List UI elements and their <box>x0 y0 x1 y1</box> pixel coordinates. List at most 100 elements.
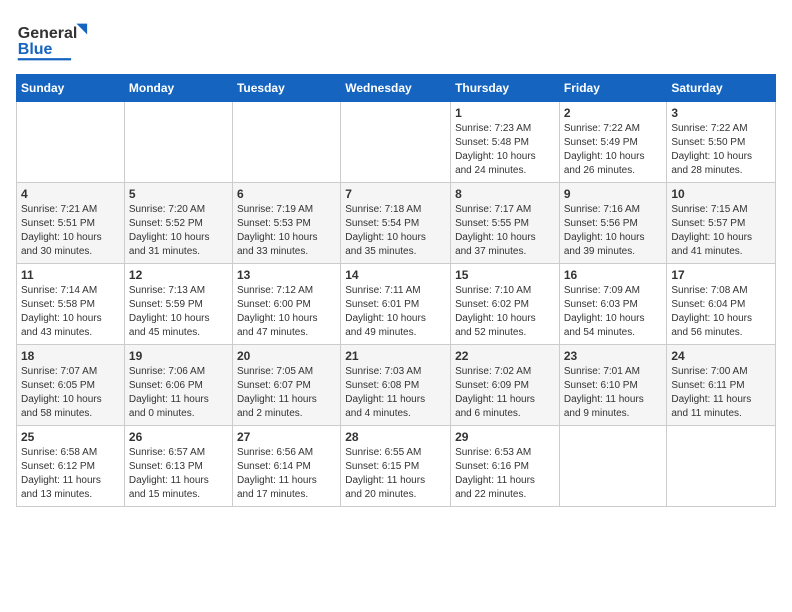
day-number: 6 <box>237 187 336 201</box>
day-info: Sunrise: 7:20 AM Sunset: 5:52 PM Dayligh… <box>129 203 228 259</box>
day-info: Sunrise: 7:17 AM Sunset: 5:55 PM Dayligh… <box>455 203 555 259</box>
day-number: 3 <box>671 106 771 120</box>
day-info: Sunrise: 7:00 AM Sunset: 6:11 PM Dayligh… <box>671 365 771 421</box>
column-header-monday: Monday <box>124 75 232 102</box>
calendar-cell: 6 Sunrise: 7:19 AM Sunset: 5:53 PM Daylig… <box>232 183 340 264</box>
day-info: Sunrise: 7:10 AM Sunset: 6:02 PM Dayligh… <box>455 284 555 340</box>
day-info: Sunrise: 7:08 AM Sunset: 6:04 PM Dayligh… <box>671 284 771 340</box>
calendar-cell: 23 Sunrise: 7:01 AM Sunset: 6:10 PM Dayli… <box>559 345 667 426</box>
day-number: 1 <box>455 106 555 120</box>
day-number: 21 <box>345 349 446 363</box>
calendar-week-5: 25Sunrise: 6:58 AM Sunset: 6:12 PM Dayli… <box>17 426 776 507</box>
day-number: 7 <box>345 187 446 201</box>
day-info: Sunrise: 6:53 AM Sunset: 6:16 PM Dayligh… <box>455 446 555 502</box>
day-info: Sunrise: 7:11 AM Sunset: 6:01 PM Dayligh… <box>345 284 446 340</box>
column-header-thursday: Thursday <box>451 75 560 102</box>
calendar-cell <box>559 426 667 507</box>
day-info: Sunrise: 7:23 AM Sunset: 5:48 PM Dayligh… <box>455 122 555 178</box>
calendar-cell: 17 Sunrise: 7:08 AM Sunset: 6:04 PM Dayli… <box>667 264 776 345</box>
calendar-cell: 5 Sunrise: 7:20 AM Sunset: 5:52 PM Daylig… <box>124 183 232 264</box>
calendar-week-1: 1 Sunrise: 7:23 AM Sunset: 5:48 PM Daylig… <box>17 102 776 183</box>
day-number: 17 <box>671 268 771 282</box>
calendar-cell: 2Sunrise: 7:22 AM Sunset: 5:49 PM Daylig… <box>559 102 667 183</box>
calendar-cell: 24 Sunrise: 7:00 AM Sunset: 6:11 PM Dayli… <box>667 345 776 426</box>
calendar-cell: 25Sunrise: 6:58 AM Sunset: 6:12 PM Dayli… <box>17 426 125 507</box>
day-info: Sunrise: 7:21 AM Sunset: 5:51 PM Dayligh… <box>21 203 120 259</box>
day-number: 10 <box>671 187 771 201</box>
day-number: 28 <box>345 430 446 444</box>
page-header: General Blue <box>16 16 776 66</box>
calendar-cell <box>232 102 340 183</box>
day-number: 26 <box>129 430 228 444</box>
day-info: Sunrise: 7:14 AM Sunset: 5:58 PM Dayligh… <box>21 284 120 340</box>
calendar-week-2: 4 Sunrise: 7:21 AM Sunset: 5:51 PM Daylig… <box>17 183 776 264</box>
day-info: Sunrise: 7:07 AM Sunset: 6:05 PM Dayligh… <box>21 365 120 421</box>
day-info: Sunrise: 7:12 AM Sunset: 6:00 PM Dayligh… <box>237 284 336 340</box>
day-number: 11 <box>21 268 120 282</box>
day-number: 22 <box>455 349 555 363</box>
day-info: Sunrise: 7:01 AM Sunset: 6:10 PM Dayligh… <box>564 365 663 421</box>
column-header-sunday: Sunday <box>17 75 125 102</box>
calendar-cell: 27 Sunrise: 6:56 AM Sunset: 6:14 PM Dayli… <box>232 426 340 507</box>
day-info: Sunrise: 6:57 AM Sunset: 6:13 PM Dayligh… <box>129 446 228 502</box>
day-number: 18 <box>21 349 120 363</box>
day-info: Sunrise: 7:22 AM Sunset: 5:49 PM Dayligh… <box>564 122 663 178</box>
column-header-wednesday: Wednesday <box>341 75 451 102</box>
calendar-header-row: SundayMondayTuesdayWednesdayThursdayFrid… <box>17 75 776 102</box>
logo-svg: General Blue <box>16 16 96 66</box>
day-number: 5 <box>129 187 228 201</box>
calendar-cell <box>17 102 125 183</box>
day-number: 15 <box>455 268 555 282</box>
day-number: 20 <box>237 349 336 363</box>
calendar-cell: 4 Sunrise: 7:21 AM Sunset: 5:51 PM Daylig… <box>17 183 125 264</box>
calendar-cell: 18 Sunrise: 7:07 AM Sunset: 6:05 PM Dayli… <box>17 345 125 426</box>
calendar-cell: 28 Sunrise: 6:55 AM Sunset: 6:15 PM Dayli… <box>341 426 451 507</box>
logo: General Blue <box>16 16 96 66</box>
calendar-cell: 15 Sunrise: 7:10 AM Sunset: 6:02 PM Dayli… <box>451 264 560 345</box>
day-number: 12 <box>129 268 228 282</box>
day-number: 27 <box>237 430 336 444</box>
day-info: Sunrise: 6:56 AM Sunset: 6:14 PM Dayligh… <box>237 446 336 502</box>
day-info: Sunrise: 7:06 AM Sunset: 6:06 PM Dayligh… <box>129 365 228 421</box>
calendar-cell: 22 Sunrise: 7:02 AM Sunset: 6:09 PM Dayli… <box>451 345 560 426</box>
calendar-week-4: 18 Sunrise: 7:07 AM Sunset: 6:05 PM Dayli… <box>17 345 776 426</box>
calendar-cell: 11 Sunrise: 7:14 AM Sunset: 5:58 PM Dayli… <box>17 264 125 345</box>
svg-text:General: General <box>18 25 78 42</box>
calendar-cell <box>667 426 776 507</box>
day-info: Sunrise: 7:15 AM Sunset: 5:57 PM Dayligh… <box>671 203 771 259</box>
day-info: Sunrise: 7:19 AM Sunset: 5:53 PM Dayligh… <box>237 203 336 259</box>
calendar-cell <box>124 102 232 183</box>
day-number: 23 <box>564 349 663 363</box>
calendar-cell: 3 Sunrise: 7:22 AM Sunset: 5:50 PM Daylig… <box>667 102 776 183</box>
calendar-cell: 26 Sunrise: 6:57 AM Sunset: 6:13 PM Dayli… <box>124 426 232 507</box>
day-number: 4 <box>21 187 120 201</box>
day-number: 24 <box>671 349 771 363</box>
day-number: 19 <box>129 349 228 363</box>
calendar-table: SundayMondayTuesdayWednesdayThursdayFrid… <box>16 74 776 507</box>
day-info: Sunrise: 7:18 AM Sunset: 5:54 PM Dayligh… <box>345 203 446 259</box>
calendar-cell: 9 Sunrise: 7:16 AM Sunset: 5:56 PM Daylig… <box>559 183 667 264</box>
day-number: 9 <box>564 187 663 201</box>
svg-text:Blue: Blue <box>18 41 53 58</box>
day-info: Sunrise: 7:05 AM Sunset: 6:07 PM Dayligh… <box>237 365 336 421</box>
day-info: Sunrise: 7:03 AM Sunset: 6:08 PM Dayligh… <box>345 365 446 421</box>
day-number: 29 <box>455 430 555 444</box>
day-info: Sunrise: 7:16 AM Sunset: 5:56 PM Dayligh… <box>564 203 663 259</box>
day-info: Sunrise: 7:02 AM Sunset: 6:09 PM Dayligh… <box>455 365 555 421</box>
calendar-cell: 7 Sunrise: 7:18 AM Sunset: 5:54 PM Daylig… <box>341 183 451 264</box>
day-info: Sunrise: 7:22 AM Sunset: 5:50 PM Dayligh… <box>671 122 771 178</box>
calendar-cell: 12 Sunrise: 7:13 AM Sunset: 5:59 PM Dayli… <box>124 264 232 345</box>
day-info: Sunrise: 6:55 AM Sunset: 6:15 PM Dayligh… <box>345 446 446 502</box>
day-info: Sunrise: 7:13 AM Sunset: 5:59 PM Dayligh… <box>129 284 228 340</box>
calendar-cell: 21 Sunrise: 7:03 AM Sunset: 6:08 PM Dayli… <box>341 345 451 426</box>
calendar-cell: 1 Sunrise: 7:23 AM Sunset: 5:48 PM Daylig… <box>451 102 560 183</box>
day-info: Sunrise: 7:09 AM Sunset: 6:03 PM Dayligh… <box>564 284 663 340</box>
day-number: 8 <box>455 187 555 201</box>
column-header-saturday: Saturday <box>667 75 776 102</box>
calendar-cell: 29 Sunrise: 6:53 AM Sunset: 6:16 PM Dayli… <box>451 426 560 507</box>
day-number: 14 <box>345 268 446 282</box>
calendar-cell: 19 Sunrise: 7:06 AM Sunset: 6:06 PM Dayli… <box>124 345 232 426</box>
day-number: 16 <box>564 268 663 282</box>
calendar-cell: 8 Sunrise: 7:17 AM Sunset: 5:55 PM Daylig… <box>451 183 560 264</box>
calendar-cell: 14 Sunrise: 7:11 AM Sunset: 6:01 PM Dayli… <box>341 264 451 345</box>
